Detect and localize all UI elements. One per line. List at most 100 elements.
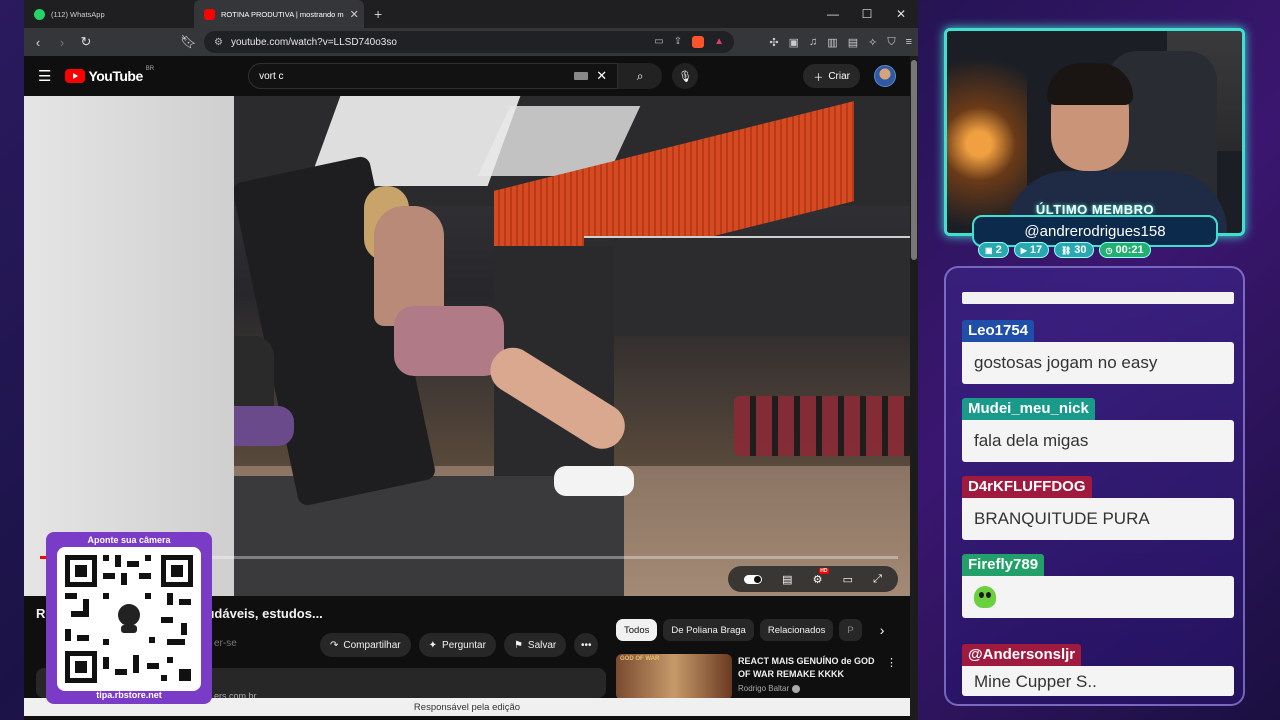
youtube-icon: ▶ [1020, 245, 1027, 255]
stat-value: 00:21 [1115, 244, 1144, 256]
close-tab-icon[interactable]: ✕ [350, 8, 359, 21]
search-input[interactable]: vort c ✕ [248, 63, 619, 89]
share-button[interactable]: ↷ Compartilhar [320, 633, 411, 657]
create-button[interactable]: ＋ Criar [803, 64, 860, 88]
country-code: BR [145, 66, 155, 72]
sidebar-icon[interactable]: ▥ [827, 36, 837, 49]
stat-value: 2 [995, 244, 1002, 256]
rewards-icon[interactable]: ▲ [714, 36, 724, 48]
stat-chat: ▣ 2 [978, 242, 1009, 258]
chat-text [962, 576, 1234, 618]
youtube-icon [204, 8, 215, 20]
new-tab-button[interactable]: + [364, 6, 392, 22]
address-bar[interactable]: ⚙ youtube.com/watch?v=LLSD740o3so ▭ ⇪ ▲ [204, 31, 734, 53]
recommended-thumbnail[interactable]: GOD OF WAR [616, 654, 732, 700]
search-icon: ⌕ [636, 68, 644, 83]
recommended-menu-icon[interactable]: ⋮ [886, 656, 897, 669]
slime-emote-icon [974, 586, 996, 608]
youtube-logo[interactable]: YouTube BR [65, 66, 155, 84]
subtitles-icon[interactable]: ▤ [782, 573, 792, 586]
voice-search-button[interactable]: 🎙︎ [672, 63, 699, 89]
search-button[interactable]: ⌕ [618, 63, 663, 89]
more-icon: ••• [581, 639, 592, 651]
chat-text: Mine Cupper S.. [962, 666, 1234, 696]
tab-whatsapp[interactable]: (112) WhatsApp [24, 0, 194, 28]
chip-related[interactable]: Relacionados [759, 619, 834, 641]
stat-clock: ◷ 00:21 [1098, 242, 1151, 258]
verified-icon [792, 684, 801, 693]
youtube-logo-text: YouTube [88, 68, 143, 84]
leo-icon[interactable]: ✧ [868, 36, 877, 49]
share-icon[interactable]: ⇪ [674, 36, 682, 48]
qr-code [57, 547, 201, 691]
settings-icon[interactable]: ⚙ HD [813, 567, 829, 586]
player-controls: ▤ ⚙ HD ▭ ⤢ [728, 566, 898, 592]
channel-name: Rodrigo Baltar [738, 684, 790, 693]
extensions-icon[interactable]: ✣ [769, 36, 778, 49]
recommended-channel[interactable]: Rodrigo Baltar [738, 684, 801, 693]
ask-button[interactable]: ✦ Perguntar [418, 633, 496, 657]
chat-message: Firefly789 [962, 554, 1234, 618]
whatsapp-icon [34, 8, 45, 20]
forward-icon[interactable]: › [54, 35, 70, 50]
chat-username: Leo1754 [962, 320, 1035, 342]
screenshot-icon[interactable]: ▣ [789, 36, 799, 49]
back-icon[interactable]: ‹ [30, 35, 46, 50]
share-label: Compartilhar [343, 639, 401, 651]
sparkle-icon: ✦ [428, 639, 438, 651]
browser-toolbar: ✣ ▣ ♫ ▥ ▤ ✧ ⛉ ≡ [769, 36, 912, 49]
last-member-name: @andrerodrigues158 [1024, 222, 1166, 240]
page-scrollbar[interactable] [910, 56, 918, 720]
qr-overlay: Aponte sua câmera tipa.rbstore.net [46, 532, 212, 704]
scrollbar-thumb[interactable] [911, 60, 917, 260]
clear-search-icon[interactable]: ✕ [596, 68, 607, 84]
keyboard-icon[interactable] [574, 72, 589, 80]
save-button[interactable]: ⚑ Salvar [503, 633, 567, 657]
autoplay-toggle[interactable] [744, 574, 763, 584]
hamburger-menu-icon[interactable]: ☰ [38, 67, 51, 85]
stat-link: ⛓ 30 [1054, 242, 1094, 258]
qr-header: Aponte sua câmera [87, 535, 171, 545]
video-player[interactable] [24, 96, 910, 596]
subscribe-button[interactable]: er-se [214, 638, 237, 649]
qr-footer: tipa.rbstore.net [96, 690, 162, 700]
recommended-title[interactable]: REACT MAIS GENUÍNO de GOD OF WAR REMAKE … [738, 655, 888, 681]
maximize-button[interactable]: ☐ [850, 7, 884, 21]
chip-more[interactable]: P [839, 619, 862, 641]
menu-icon[interactable]: ≡ [906, 36, 912, 49]
ask-label: Perguntar [442, 639, 486, 651]
clock-icon: ◷ [1105, 245, 1113, 255]
chat-panel: Leo1754 gostosas jogam no easy Mudei_meu… [944, 266, 1245, 706]
related-chips: Todos De Poliana Braga Relacionados P › [616, 619, 884, 641]
wallet-icon[interactable]: ▤ [848, 36, 858, 49]
bookmark-icon[interactable]: 🔖︎ [180, 34, 197, 50]
reload-icon[interactable]: ↻ [78, 34, 94, 50]
cast-icon[interactable]: ▭ [654, 36, 663, 48]
close-window-button[interactable]: ✕ [884, 7, 918, 21]
qr-code-graphic [65, 555, 193, 683]
vpn-icon[interactable]: ⛉ [887, 36, 895, 49]
last-member-label: ÚLTIMO MEMBRO [1035, 202, 1155, 217]
account-avatar[interactable] [874, 65, 896, 87]
fullscreen-icon[interactable]: ⤢ [873, 573, 882, 586]
chip-all[interactable]: Todos [616, 619, 658, 641]
stat-value: 30 [1074, 244, 1087, 256]
chat-text: BRANQUITUDE PURA [962, 498, 1234, 540]
theater-mode-icon[interactable]: ▭ [843, 573, 853, 586]
tab-title: (112) WhatsApp [51, 9, 105, 19]
link-icon: ⛓ [1061, 245, 1072, 255]
chat-username: @Andersonsljr [962, 644, 1082, 666]
tab-youtube[interactable]: ROTINA PRODUTIVA | mostrando m ✕ [194, 0, 364, 28]
music-icon[interactable]: ♫ [809, 36, 817, 49]
window-controls: — ☐ ✕ [816, 7, 918, 21]
webcam-streamer-hair [1047, 63, 1133, 105]
minimize-button[interactable]: — [816, 7, 850, 21]
address-bar-actions: ▭ ⇪ ▲ [654, 36, 724, 48]
chip-channel[interactable]: De Poliana Braga [663, 619, 754, 641]
chat-username: Mudei_meu_nick [962, 398, 1095, 420]
chevron-right-icon[interactable]: › [880, 622, 885, 638]
more-actions-button[interactable]: ••• [574, 633, 599, 657]
brave-shields-icon[interactable] [692, 36, 705, 48]
site-info-icon[interactable]: ⚙ [214, 37, 223, 48]
chat-icon: ▣ [985, 245, 993, 255]
